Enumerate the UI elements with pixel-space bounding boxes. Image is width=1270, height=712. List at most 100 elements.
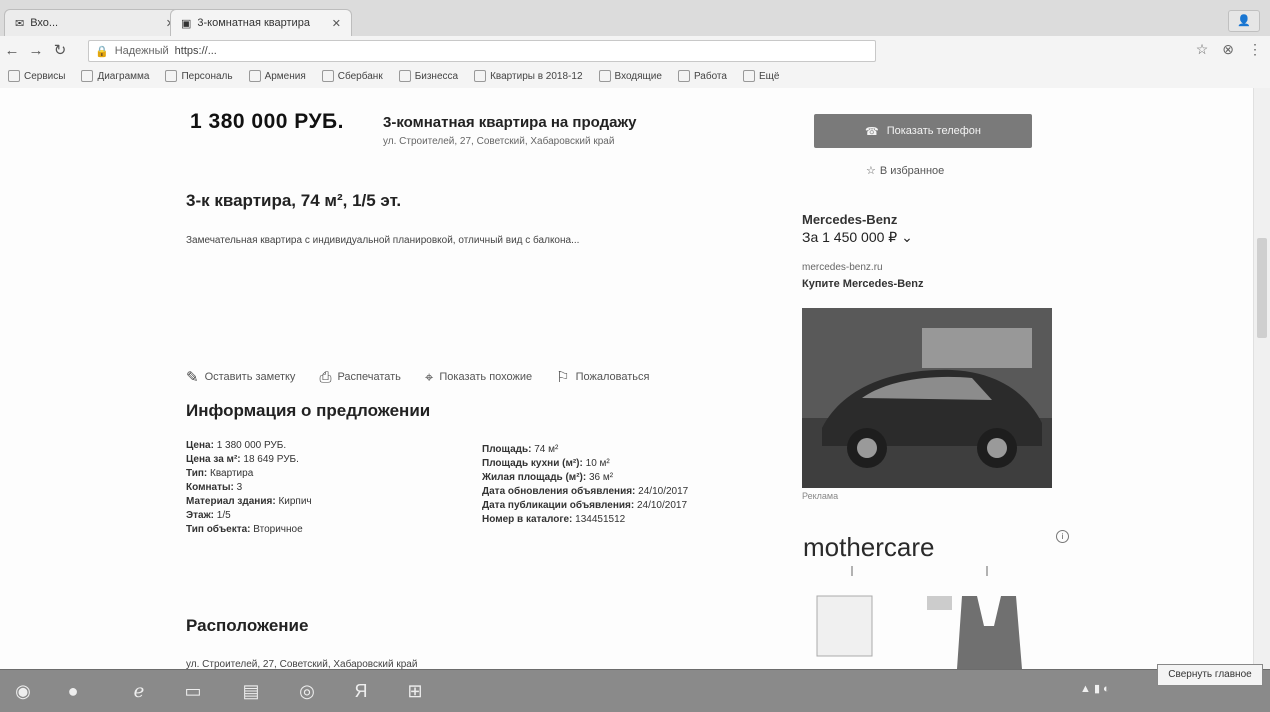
tooltip: Свернуть главное [1157,664,1263,686]
phone-icon: ☎ [865,125,879,138]
tab-label: 3-комнатная квартира [197,17,310,29]
yandex-icon: Я [354,680,368,701]
taskbar-app[interactable]: ▤ [232,675,270,707]
taskbar-app[interactable]: Я [342,675,380,707]
media-icon: ▤ [242,680,260,701]
info-row: Жилая площадь (м²): 36 м² [482,472,614,483]
show-phone-button[interactable]: ☎ Показать телефон [814,114,1032,148]
ad-caption: Реклама [802,491,839,501]
info-row: Площадь: 74 м² [482,444,559,455]
flag-icon: ⚐ [556,369,570,386]
bookmark-item[interactable]: Диаграмма [73,70,157,82]
close-icon[interactable]: ✕ [332,17,341,30]
similar-button[interactable]: ⌖ Показать похожие [425,368,532,386]
info-row: Площадь кухни (м²): 10 м² [482,458,610,469]
page-scrollbar[interactable] [1253,88,1270,669]
bookmark-item[interactable]: Сбербанк [314,70,391,82]
folder-icon [474,70,487,82]
url-text: https://... [174,45,217,57]
taskbar-app[interactable]: ● [54,675,92,707]
tab-label: Вхо... [30,17,59,29]
folder-icon [742,70,755,82]
mothercare-ad-image[interactable] [802,566,1062,669]
listing-title: 3-комнатная квартира на продажу [383,114,637,131]
ad-url[interactable]: mercedes-benz.ru [802,262,883,273]
add-note-button[interactable]: ✎ Оставить заметку [186,368,295,386]
print-button[interactable]: ⎙ Распечатать [319,368,400,386]
info-row: Материал здания: Кирпич [186,496,312,507]
back-icon[interactable]: ← [0,42,24,59]
reload-icon[interactable]: ↻ [48,41,72,59]
taskbar: ◉ ● ℯ ▭ ▤ ◎ Я ⊞ ▲ ▮ ◐ [0,669,1270,712]
browser-icon: ● [67,680,79,701]
start-button[interactable]: ◉ [4,675,42,707]
forward-icon[interactable]: → [24,42,48,59]
excel-icon: ⊞ [407,680,423,701]
folder-icon [165,70,178,82]
menu-icon[interactable]: ⋮ [1248,41,1262,58]
mail-icon: ✉ [15,17,25,30]
lock-icon: 🔒 [95,45,109,58]
favorite-button[interactable]: ☆ В избранное [866,164,944,178]
taskbar-app[interactable]: ⊞ [396,675,434,707]
bookmark-item[interactable]: Бизнесса [391,70,466,82]
info-row: Комнаты: 3 [186,482,243,493]
folder-icon [8,70,20,82]
bookmark-item[interactable]: Работа [670,70,735,82]
mothercare-logo[interactable]: mothercare [803,532,935,563]
system-tray[interactable]: ▲ ▮ ◐ [1080,682,1110,695]
bookmark-item[interactable]: Квартиры в 2018-12 [466,70,590,82]
bookmark-item[interactable]: Входящие [591,70,670,82]
taskbar-app[interactable]: ◎ [288,675,326,707]
listing-description: Замечательная квартира с индивидуальной … [186,235,580,246]
ad-brand[interactable]: Mercedes-Benz [802,212,897,227]
browser-toolbar: ← → ↻ 🔒 Надежный https://... ☆ ⊗ ⋮ [0,36,1270,65]
taskbar-app[interactable]: ℯ [120,675,158,707]
folder-icon [677,70,690,82]
chevron-down-icon: ⌄ [901,229,913,245]
bookmark-item[interactable]: Армения [241,70,314,82]
ad-cta-link[interactable]: Купите Mercedes-Benz [802,278,924,290]
info-row: Цена за м²: 18 649 РУБ. [186,454,299,465]
info-row: Дата обновления объявления: 24/10/2017 [482,486,689,497]
profile-button[interactable]: 👤 [1228,10,1260,32]
folder-icon [81,70,94,82]
scroll-thumb[interactable] [1257,238,1267,338]
folder-icon [598,70,611,82]
tab-inbox[interactable]: ✉ Вхо... ✕ [4,9,186,36]
ad-car-image[interactable] [802,308,1052,488]
info-row: Этаж: 1/5 [186,510,231,521]
apartment-heading: 3-к квартира, 74 м², 1/5 эт. [186,191,402,210]
star-icon[interactable]: ☆ [1196,41,1209,58]
address-bar[interactable]: 🔒 Надежный https://... [88,40,876,62]
ad-price[interactable]: За 1 450 000 ₽ ⌄ [802,229,913,246]
star-icon: ☆ [866,165,876,177]
listing-address: ул. Строителей, 27, Советский, Хабаровск… [383,136,615,147]
location-heading: Расположение [186,616,309,635]
page-icon: ▣ [181,17,192,30]
taskbar-app[interactable]: ▭ [174,675,212,707]
extension-icon[interactable]: ⊗ [1222,41,1234,58]
info-row: Цена: 1 380 000 РУБ. [186,440,287,451]
browser-tab-strip: ✉ Вхо... ✕ ▣ 3-комнатная квартира ✕ 👤 [0,0,1270,37]
similar-icon: ⌖ [424,368,434,386]
folder-icon [321,70,334,82]
listing-price: 1 380 000 РУБ. [190,110,344,133]
bookmark-item[interactable]: Персональ [157,70,240,82]
tab-apartment[interactable]: ▣ 3-комнатная квартира ✕ [170,9,352,36]
info-icon[interactable]: i [1056,530,1069,543]
printer-icon: ⎙ [319,368,332,386]
info-row: Дата публикации объявления: 24/10/2017 [482,500,688,511]
bookmark-item[interactable]: Сервисы [0,70,73,82]
chrome-icon: ◎ [299,680,315,701]
info-row: Номер в каталоге: 134451512 [482,514,626,525]
folder-icon [398,70,411,82]
bookmarks-bar: Сервисы Диаграмма Персональ Армения Сбер… [0,64,1270,89]
report-button[interactable]: ⚐ Пожаловаться [556,368,649,386]
location-address: ул. Строителей, 27, Советский, Хабаровск… [186,659,418,669]
windows-icon: ◉ [15,680,31,701]
bookmark-item[interactable]: Ещё [735,70,787,82]
secure-label: Надежный [114,45,169,57]
ie-icon: ℯ [133,680,145,701]
user-icon: 👤 [1237,15,1251,27]
